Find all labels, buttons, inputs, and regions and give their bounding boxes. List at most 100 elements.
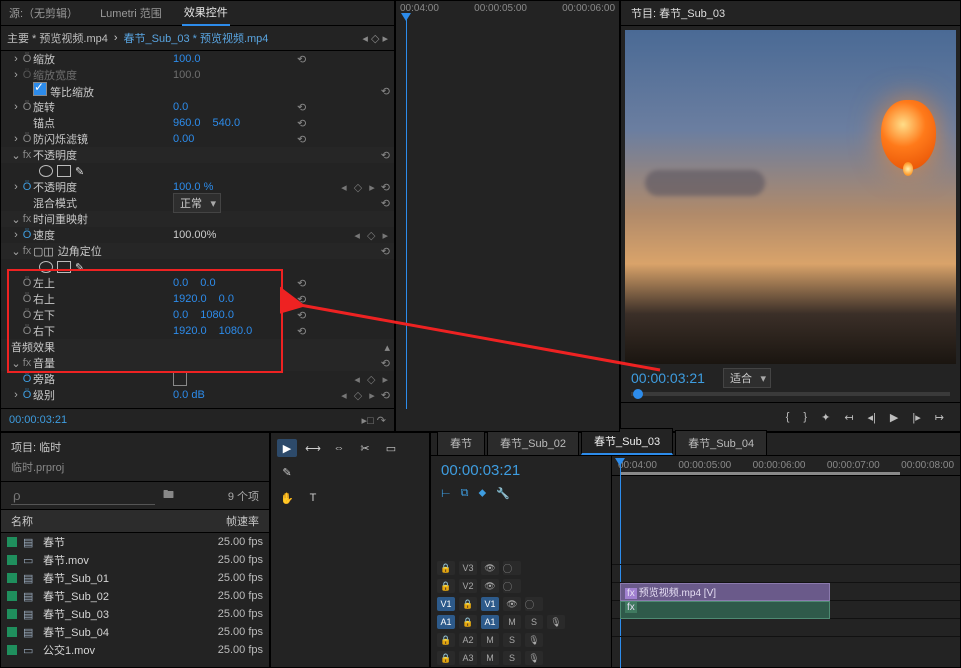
play-button[interactable]: ▶: [890, 411, 898, 424]
audio-clip[interactable]: fx: [620, 601, 830, 619]
rt-x[interactable]: 1920.0: [173, 293, 207, 305]
keyframe-nav-icon[interactable]: ◂ ◇ ▸: [362, 32, 388, 45]
a1-lock[interactable]: 🔒: [459, 615, 477, 629]
mute-button[interactable]: M: [503, 615, 521, 629]
add-marker-icon[interactable]: ⬥: [478, 487, 486, 500]
collapse-icon[interactable]: ⌄: [11, 149, 21, 162]
v3-toggle[interactable]: V3: [459, 561, 477, 575]
v1-lock[interactable]: 🔒: [459, 597, 477, 611]
reset-icon[interactable]: ⟲: [381, 197, 390, 210]
effect-timecode[interactable]: 00:00:03:21: [9, 414, 67, 426]
level-value[interactable]: 0.0 dB: [173, 389, 205, 401]
solo-button[interactable]: S: [503, 633, 521, 647]
col-name[interactable]: 名称: [11, 513, 189, 529]
hand-tool[interactable]: ✋: [277, 489, 297, 507]
reset-icon[interactable]: ⟲: [297, 101, 306, 114]
anchor-y[interactable]: 540.0: [213, 117, 241, 129]
tab-effect-controls[interactable]: 效果控件: [182, 0, 230, 26]
program-scrubber[interactable]: [621, 388, 960, 402]
pen-mask-icon[interactable]: ✎: [75, 261, 84, 274]
ellipse-mask-icon[interactable]: [39, 261, 53, 273]
a1-toggle[interactable]: A1: [481, 615, 499, 629]
bypass-checkbox[interactable]: [173, 372, 187, 386]
fx-icon[interactable]: fx: [21, 149, 33, 161]
stopwatch-on-icon[interactable]: Ö: [21, 229, 33, 241]
reset-icon[interactable]: ⟲: [297, 133, 306, 146]
lb-x[interactable]: 0.0: [173, 309, 188, 321]
step-back-button[interactable]: ◂|: [868, 411, 876, 424]
track-select-tool[interactable]: ⟷: [303, 439, 323, 457]
opacity-value[interactable]: 100.0 %: [173, 181, 213, 193]
collapse-icon[interactable]: ⌄: [11, 245, 21, 258]
record-icon[interactable]: 🎙: [525, 651, 543, 665]
effect-timeline[interactable]: 00:04:00 00:00:05:00 00:00:06:00: [395, 0, 620, 432]
linked-selection-icon[interactable]: ⧉: [461, 487, 469, 500]
mark-in-button[interactable]: {: [786, 411, 790, 423]
a1-src[interactable]: A1: [437, 615, 455, 629]
project-item[interactable]: ▤春节25.00 fps: [1, 533, 269, 551]
ripple-tool[interactable]: ⇔: [329, 439, 349, 457]
reset-icon[interactable]: ⟲: [381, 181, 390, 194]
stopwatch-icon[interactable]: Ö: [21, 293, 33, 305]
expand-icon[interactable]: ›: [11, 389, 21, 401]
expand-icon[interactable]: ›: [11, 181, 21, 193]
expand-icon[interactable]: ›: [11, 101, 21, 113]
stopwatch-on-icon[interactable]: Ö: [21, 181, 33, 193]
project-item[interactable]: ▤春节_Sub_0425.00 fps: [1, 623, 269, 641]
keyframe-nav[interactable]: ◂ ◇ ▸: [354, 229, 390, 242]
collapse-icon[interactable]: ⌄: [11, 357, 21, 370]
v3-lock[interactable]: 🔒: [437, 561, 455, 575]
crumb-master[interactable]: 主要 * 预览视频.mp4: [7, 30, 108, 46]
sequence-tab[interactable]: 春节_Sub_04: [675, 430, 767, 455]
a2-toggle[interactable]: A2: [459, 633, 477, 647]
record-icon[interactable]: 🎙: [525, 633, 543, 647]
v2-lock[interactable]: 🔒: [437, 579, 455, 593]
bin-view-icon[interactable]: 🖿: [163, 486, 174, 505]
video-clip[interactable]: fx预览视频.mp4 [V]: [620, 583, 830, 601]
stopwatch-icon[interactable]: Ö: [21, 309, 33, 321]
solo-button[interactable]: S: [503, 651, 521, 665]
scale-value[interactable]: 100.0: [173, 53, 201, 65]
pen-mask-icon[interactable]: ✎: [75, 165, 84, 178]
project-search-input[interactable]: [11, 487, 155, 505]
stopwatch-icon[interactable]: Ö: [21, 101, 33, 113]
track-sync-icon[interactable]: ⃝: [525, 597, 543, 611]
track-output-icon[interactable]: 👁: [481, 561, 499, 575]
reset-icon[interactable]: ⟲: [381, 85, 390, 98]
collapse-icon[interactable]: ⌄: [11, 213, 21, 226]
reset-icon[interactable]: ⟲: [297, 117, 306, 130]
stopwatch-on-icon[interactable]: Ö: [21, 373, 33, 385]
fx-icon[interactable]: fx: [21, 245, 33, 257]
track-output-icon[interactable]: 👁: [481, 579, 499, 593]
project-item-list[interactable]: ▤春节25.00 fps▭春节.mov25.00 fps▤春节_Sub_0125…: [1, 533, 269, 659]
step-fwd-button[interactable]: |▸: [912, 411, 920, 424]
lt-y[interactable]: 0.0: [200, 277, 215, 289]
ellipse-mask-icon[interactable]: [39, 165, 53, 177]
keyframe-nav[interactable]: ◂ ◇ ▸: [341, 181, 377, 194]
v1-src[interactable]: V1: [437, 597, 455, 611]
sequence-timecode[interactable]: 00:00:03:21: [431, 456, 611, 485]
speed-value[interactable]: 100.00%: [173, 229, 216, 241]
mute-button[interactable]: M: [481, 651, 499, 665]
reset-icon[interactable]: ⟲: [297, 293, 306, 306]
tab-source[interactable]: 源:（无剪辑）: [7, 1, 80, 25]
reset-icon[interactable]: ⟲: [381, 149, 390, 162]
stopwatch-icon[interactable]: Ö: [21, 277, 33, 289]
playhead[interactable]: [406, 19, 407, 409]
scrubber-handle[interactable]: [633, 389, 643, 399]
section-toggle-icon[interactable]: ▴: [384, 341, 390, 354]
add-marker-button[interactable]: ✦: [821, 411, 830, 424]
lb-y[interactable]: 1080.0: [200, 309, 234, 321]
solo-button[interactable]: S: [525, 615, 543, 629]
stopwatch-icon[interactable]: Ö: [21, 53, 33, 65]
stopwatch-icon[interactable]: Ö: [21, 325, 33, 337]
pen-tool[interactable]: ✎: [277, 463, 297, 481]
goto-in-button[interactable]: ↤: [844, 411, 853, 424]
uniform-scale-checkbox[interactable]: [33, 82, 47, 96]
tab-lumetri[interactable]: Lumetri 范围: [98, 1, 164, 25]
program-monitor[interactable]: [625, 30, 956, 364]
track-sync-icon[interactable]: ⃝: [503, 579, 521, 593]
selection-tool[interactable]: ▶: [277, 439, 297, 457]
flicker-value[interactable]: 0.00: [173, 133, 194, 145]
goto-out-button[interactable]: ↦: [935, 411, 944, 424]
